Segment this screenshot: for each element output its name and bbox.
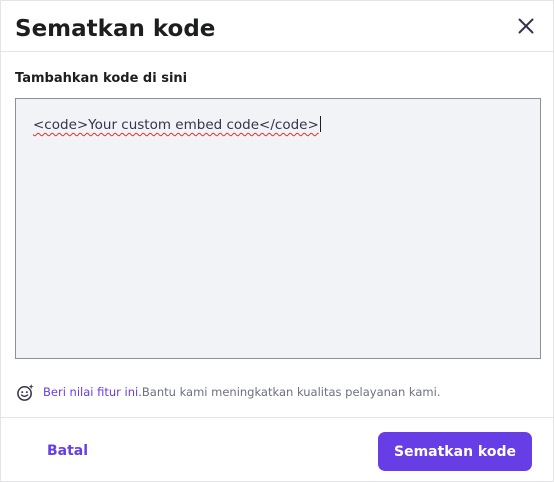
code-textarea-value: <code>Your custom embed code</code>: [33, 117, 319, 133]
code-field-label: Tambahkan kode di sini: [15, 71, 188, 86]
feedback-row: Beri nilai fitur ini. Bantu kami meningk…: [16, 382, 440, 402]
close-icon: [518, 18, 534, 34]
embed-code-button[interactable]: Sematkan kode: [378, 432, 532, 471]
rate-feature-link[interactable]: Beri nilai fitur ini.: [43, 385, 142, 399]
dialog-title: Sematkan kode: [15, 16, 216, 42]
cancel-button[interactable]: Batal: [29, 432, 106, 470]
smiley-sparkle-icon: [17, 383, 34, 401]
text-caret: [319, 116, 321, 132]
code-textarea[interactable]: <code>Your custom embed code</code>: [15, 98, 541, 359]
dialog-footer: Batal Sematkan kode: [1, 417, 553, 482]
feedback-message: Bantu kami meningkatkan kualitas pelayan…: [141, 385, 441, 399]
close-button[interactable]: [515, 15, 537, 37]
dialog-header: Sematkan kode: [1, 1, 553, 52]
embed-code-dialog: Sematkan kode Tambahkan kode di sini <co…: [0, 0, 554, 482]
